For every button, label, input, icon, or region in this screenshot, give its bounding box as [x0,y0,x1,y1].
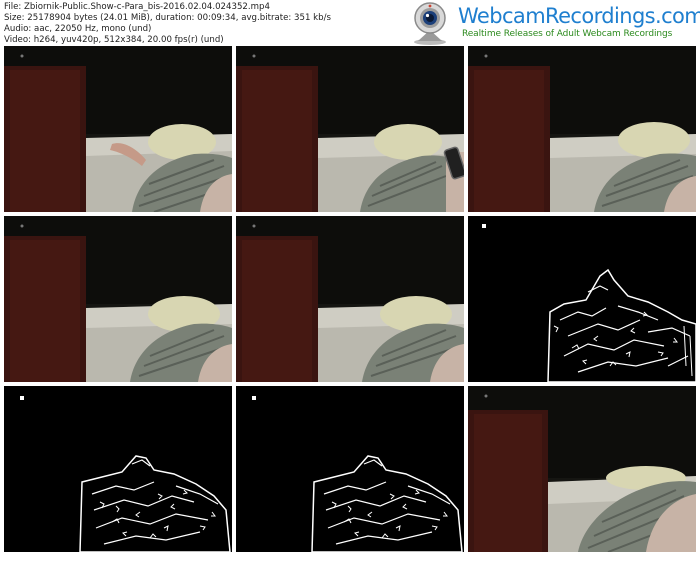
thumbnail-1[interactable] [4,46,232,212]
thumbnail-image [4,46,232,212]
thumbnail-image [236,46,464,212]
thumbnail-6[interactable] [468,216,696,382]
thumbnail-2[interactable] [236,46,464,212]
thumbnail-7[interactable] [4,386,232,552]
site-logo: WebcamRecordings.com Realtime Releases o… [400,0,700,46]
file-size-line: Size: 25178904 bytes (24.01 MiB), durati… [4,13,331,23]
thumbnail-image [4,216,232,382]
file-name-line: File: Zbiornik-Public.Show-c-Para_bis-20… [4,2,270,12]
thumbnail-image [468,46,696,212]
brand-title: WebcamRecordings.com [458,4,700,28]
thumbnail-image [236,386,464,552]
audio-info-line: Audio: aac, 22050 Hz, mono (und) [4,24,152,34]
thumbnail-3[interactable] [468,46,696,212]
thumbnail-5[interactable] [236,216,464,382]
brand-tagline: Realtime Releases of Adult Webcam Record… [462,29,673,39]
thumbnail-image [236,216,464,382]
thumbnail-4[interactable] [4,216,232,382]
thumbnail-image [468,386,696,552]
webcam-icon [414,2,446,45]
file-info: File: Zbiornik-Public.Show-c-Para_bis-20… [4,2,331,46]
thumbnail-image [468,216,696,382]
thumbnail-8[interactable] [236,386,464,552]
thumbnail-grid [4,46,696,561]
video-info-line: Video: h264, yuv420p, 512x384, 20.00 fps… [4,35,224,45]
thumbnail-image [4,386,232,552]
thumbnail-9[interactable] [468,386,696,552]
